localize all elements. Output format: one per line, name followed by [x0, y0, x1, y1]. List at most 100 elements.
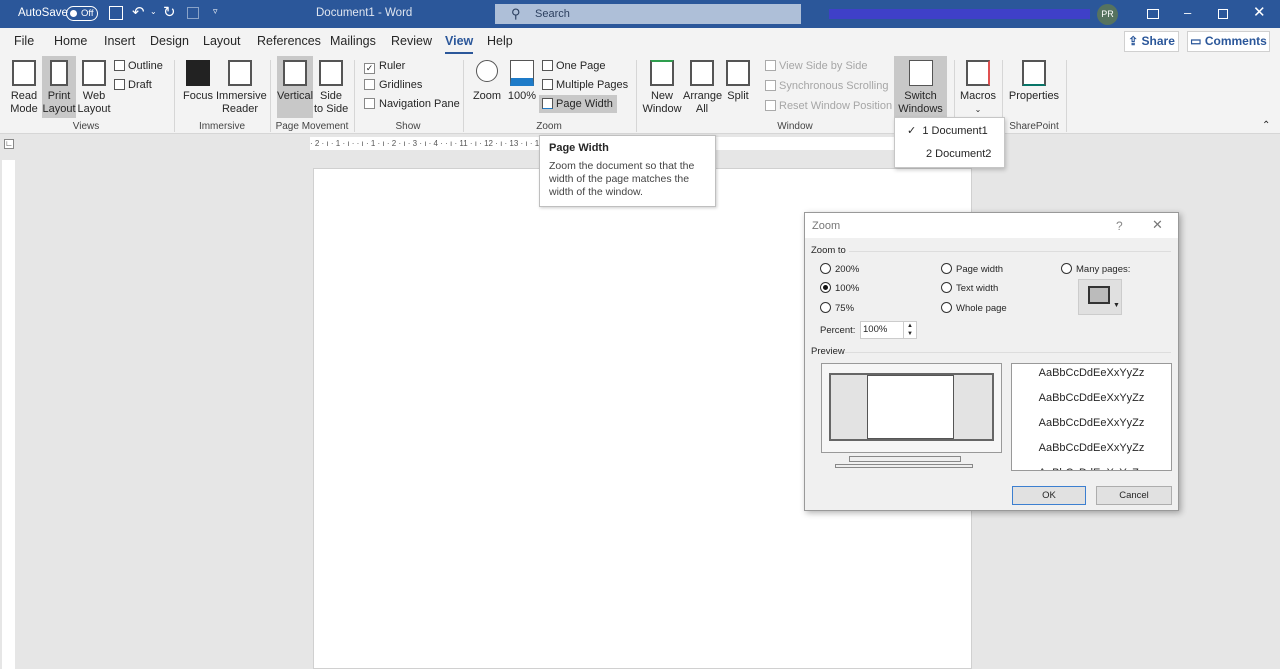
ribbon-tabs: File Home Insert Design Layout Reference…	[0, 28, 1280, 54]
immersive-reader-button[interactable]: Immersive Reader	[216, 56, 267, 118]
macros-icon	[966, 60, 990, 86]
draft-button[interactable]: Draft	[114, 76, 152, 94]
switch-windows-button[interactable]: Switch Windows	[894, 56, 947, 118]
share-label: Share	[1141, 34, 1175, 48]
web-layout-button[interactable]: Web Layout	[77, 56, 111, 118]
outline-icon	[114, 60, 125, 71]
menu-item-document1[interactable]: ✓ 1 Document1	[907, 124, 988, 137]
many-pages-picker-button[interactable]: ▼	[1078, 279, 1122, 315]
comments-button[interactable]: ▭ Comments	[1187, 31, 1270, 52]
macros-label: Macros	[959, 90, 997, 102]
tab-file[interactable]: File	[14, 34, 34, 48]
radio-label: Text width	[956, 283, 999, 294]
arrange-all-button[interactable]: Arrange All	[683, 56, 722, 118]
tab-references[interactable]: References	[257, 34, 321, 48]
save-icon[interactable]	[109, 6, 123, 20]
zoom-button[interactable]: Zoom	[470, 56, 504, 118]
sample-line: AaBbCcDdEeXxYyZz	[1038, 367, 1145, 379]
print-layout-label: Print Layout	[42, 90, 76, 115]
autosave-toggle[interactable]: Off	[66, 6, 98, 21]
radio-label: 100%	[835, 283, 860, 294]
radio-100[interactable]: 100%	[820, 282, 859, 294]
ok-button[interactable]: OK	[1012, 486, 1086, 505]
ruler-checkbox[interactable]: ✓ Ruler	[364, 57, 405, 75]
new-window-button[interactable]: New Window	[642, 56, 682, 118]
tab-design[interactable]: Design	[150, 34, 189, 48]
search-box[interactable]: ⚲ Search	[495, 4, 801, 24]
print-layout-button[interactable]: Print Layout	[42, 56, 76, 118]
multiple-pages-label: Multiple Pages	[556, 79, 629, 91]
new-window-icon	[650, 60, 674, 86]
help-button[interactable]: ?	[1116, 219, 1123, 233]
dialog-titlebar: Zoom ? ✕	[805, 213, 1178, 238]
read-mode-button[interactable]: Read Mode	[6, 56, 42, 118]
side-to-side-button[interactable]: Side to Side	[314, 56, 348, 118]
properties-label: Properties	[1008, 90, 1060, 102]
undo-icon[interactable]: ↶	[132, 3, 145, 21]
touch-mode-icon[interactable]	[187, 7, 199, 19]
outline-button[interactable]: Outline	[114, 57, 163, 75]
group-page-movement-label: Page Movement	[275, 121, 349, 132]
tab-review[interactable]: Review	[391, 34, 432, 48]
view-side-by-side-button[interactable]: View Side by Side	[765, 57, 867, 75]
one-page-icon	[542, 60, 553, 71]
navigation-pane-checkbox[interactable]: Navigation Pane	[364, 95, 460, 113]
outline-label: Outline	[128, 60, 163, 72]
synchronous-scrolling-icon	[765, 80, 776, 91]
properties-button[interactable]: Properties	[1008, 56, 1060, 118]
collapse-ribbon-icon[interactable]: ⌃	[1262, 120, 1270, 131]
vertical-ruler[interactable]	[2, 160, 15, 669]
customize-qat-icon[interactable]: ▿	[213, 6, 218, 17]
percent-spinner[interactable]: 100% ▲ ▼	[860, 321, 917, 339]
split-button[interactable]: Split	[722, 56, 754, 118]
preview-monitor	[821, 363, 1002, 453]
radio-many-pages[interactable]: Many pages:	[1061, 263, 1130, 275]
radio-page-width[interactable]: Page width	[941, 263, 1003, 275]
multiple-pages-button[interactable]: Multiple Pages	[542, 76, 628, 94]
tab-selector-icon[interactable]: ∟	[4, 139, 14, 149]
undo-dropdown-icon[interactable]: ⌄	[150, 7, 157, 16]
gridlines-checkbox[interactable]: Gridlines	[364, 76, 422, 94]
tab-insert[interactable]: Insert	[104, 34, 135, 48]
redo-icon[interactable]: ↻	[163, 3, 176, 21]
one-page-label: One Page	[556, 60, 606, 72]
zoom-100-button[interactable]: 100%	[506, 56, 538, 118]
sample-line: AaBbCcDdEeXxYyZz	[1038, 417, 1145, 429]
radio-text-width[interactable]: Text width	[941, 282, 998, 294]
vertical-label: Vertical	[277, 90, 314, 102]
radio-75[interactable]: 75%	[820, 302, 854, 314]
monitor-icon	[1088, 286, 1110, 304]
minimize-icon[interactable]: –	[1184, 5, 1191, 20]
focus-button[interactable]: Focus	[182, 56, 214, 118]
avatar[interactable]: PR	[1097, 4, 1118, 25]
vertical-button[interactable]: Vertical	[277, 56, 313, 118]
reset-window-position-button[interactable]: Reset Window Position	[765, 97, 892, 115]
share-button[interactable]: ⇪ Share	[1124, 31, 1179, 52]
percent-value: 100%	[863, 324, 888, 335]
dialog-close-icon[interactable]: ✕	[1152, 217, 1163, 233]
one-page-button[interactable]: One Page	[542, 57, 606, 75]
menu-item-document2[interactable]: 2 Document2	[926, 148, 991, 160]
ribbon-display-options-icon[interactable]	[1147, 9, 1159, 19]
tab-home[interactable]: Home	[54, 34, 87, 48]
close-icon[interactable]: ✕	[1253, 3, 1266, 21]
synchronous-scrolling-button[interactable]: Synchronous Scrolling	[765, 77, 888, 95]
macros-button[interactable]: Macros ⌄	[958, 56, 998, 118]
group-views-label: Views	[72, 121, 100, 132]
radio-200[interactable]: 200%	[820, 263, 859, 275]
page-width-button[interactable]: Page Width	[539, 95, 617, 113]
spinner-arrows-icon[interactable]: ▲ ▼	[903, 322, 916, 338]
preview-page	[867, 375, 954, 439]
arrange-all-icon	[690, 60, 714, 86]
restore-icon[interactable]	[1218, 9, 1228, 19]
view-side-by-side-label: View Side by Side	[779, 60, 868, 72]
switch-windows-icon	[908, 60, 933, 86]
cancel-button[interactable]: Cancel	[1096, 486, 1172, 505]
tab-view[interactable]: View	[445, 34, 474, 54]
web-layout-icon	[82, 60, 106, 86]
radio-whole-page[interactable]: Whole page	[941, 302, 1007, 314]
tab-help[interactable]: Help	[487, 34, 513, 48]
web-layout-label: Web Layout	[77, 90, 111, 115]
tab-layout[interactable]: Layout	[203, 34, 241, 48]
tab-mailings[interactable]: Mailings	[330, 34, 376, 48]
